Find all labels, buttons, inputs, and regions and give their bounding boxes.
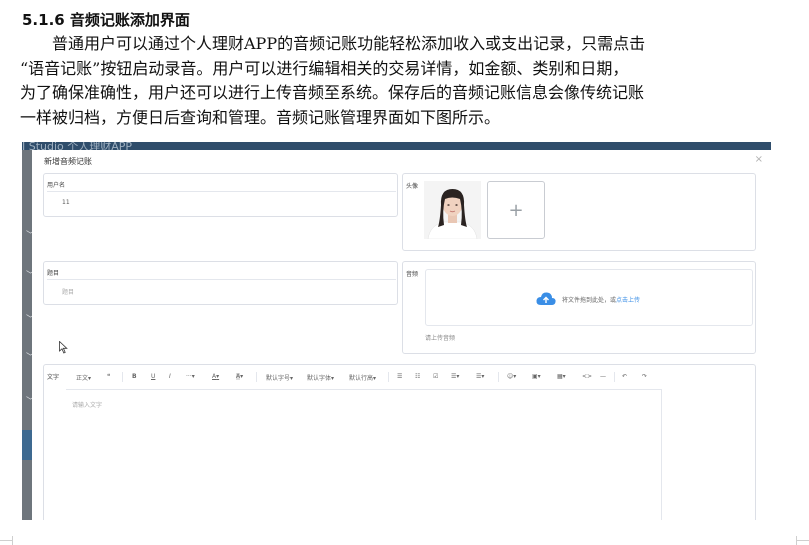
toolbar-divider xyxy=(614,372,615,382)
body-paragraph: 普通用户可以通过个人理财APP的音频记账功能轻松添加收入或支出记录，只需点击 “… xyxy=(20,32,780,130)
bg-color-icon: A xyxy=(236,373,241,380)
avatar-label: 头像 xyxy=(406,183,419,190)
audio-upload-hint: 请上传音频 xyxy=(425,335,456,342)
audio-label: 音频 xyxy=(406,271,419,278)
more-style-button[interactable]: ···▾ xyxy=(186,373,195,380)
editor-placeholder: 请输入文字 xyxy=(72,402,103,409)
text-label: 文字 xyxy=(47,374,60,381)
title-placeholder: 题目 xyxy=(62,289,75,296)
paragraph-select[interactable]: 正文▾ xyxy=(76,373,91,382)
line-height-label: 默认行高 xyxy=(349,375,374,382)
username-label: 用户名 xyxy=(47,182,66,189)
font-family-select[interactable]: 默认字体▾ xyxy=(307,373,334,382)
redo-icon[interactable]: ↷ xyxy=(642,373,647,380)
dialog-title: 新增音频记账 xyxy=(44,157,92,166)
editor-toolbar: 正文▾ ❝ B U I ···▾ A▾ A▾ 默认字号▾ 默认字体▾ 默认行高▾… xyxy=(66,365,662,390)
align-button[interactable]: ☰▾ xyxy=(451,373,459,380)
embedded-screenshot: I Studio 个人理财APP ﹀ ﹀ ﹀ ﹀ ﹀ 新增音频记账 × 用户名 … xyxy=(22,142,771,520)
font-color-icon: A xyxy=(212,373,217,380)
page-bottom-rule xyxy=(797,540,809,541)
paragraph-select-label: 正文 xyxy=(76,375,89,382)
audio-form-item: 音频 将文件拖到此处，或点击上传 请上传音频 xyxy=(402,261,756,354)
section-heading: 5.1.6 音频记账添加界面 xyxy=(22,11,190,29)
italic-button[interactable]: I xyxy=(169,373,171,380)
username-input[interactable]: 11 xyxy=(47,191,396,215)
text-form-item: 文字 正文▾ ❝ B U I ···▾ A▾ A▾ 默认字号▾ 默认字体▾ 默认… xyxy=(43,364,756,520)
divider-icon[interactable]: — xyxy=(600,373,606,380)
close-icon[interactable]: × xyxy=(755,154,763,165)
add-audio-record-dialog: 新增音频记账 × 用户名 11 头像 + 题目 题目 音频 将文件拖到此处，或点… xyxy=(32,150,771,520)
emoji-icon: ☺ xyxy=(507,373,514,380)
rich-text-editor[interactable]: 请输入文字 xyxy=(66,390,662,520)
page-corner-mark xyxy=(796,536,797,545)
dropzone-hint: 将文件拖到此处，或 xyxy=(562,297,617,304)
image-icon: ▣ xyxy=(532,373,538,380)
bold-button[interactable]: B xyxy=(132,373,137,380)
dropzone-text: 将文件拖到此处，或点击上传 xyxy=(562,295,640,304)
upload-cloud-icon xyxy=(536,292,556,305)
align-icon: ☰ xyxy=(451,373,457,380)
indent-icon: ☰ xyxy=(476,373,482,380)
username-form-item: 用户名 11 xyxy=(43,173,398,217)
image-button[interactable]: ▣▾ xyxy=(532,373,541,380)
line-height-select[interactable]: 默认行高▾ xyxy=(349,373,376,382)
audio-upload-dropzone[interactable]: 将文件拖到此处，或点击上传 xyxy=(425,269,753,326)
bullet-list-icon[interactable]: ☰ xyxy=(397,373,402,380)
app-topbar: I Studio 个人理财APP xyxy=(22,142,771,153)
font-size-label: 默认字号 xyxy=(266,375,291,382)
mouse-cursor-icon xyxy=(59,341,68,354)
page-corner-mark xyxy=(12,536,13,545)
toolbar-divider xyxy=(122,372,123,382)
click-upload-link[interactable]: 点击上传 xyxy=(616,297,640,304)
add-avatar-button[interactable]: + xyxy=(487,181,545,239)
bg-color-button[interactable]: A▾ xyxy=(236,373,243,380)
todo-icon[interactable]: ☑ xyxy=(433,373,438,380)
paragraph-line: 一样被归档，方便日后查询和管理。音频记账管理界面如下图所示。 xyxy=(20,107,501,127)
quote-icon[interactable]: ❝ xyxy=(107,373,110,380)
font-family-label: 默认字体 xyxy=(307,375,332,382)
page-bottom-rule xyxy=(0,540,12,541)
indent-button[interactable]: ☰▾ xyxy=(476,373,484,380)
toolbar-divider xyxy=(498,372,499,382)
code-icon[interactable]: <> xyxy=(582,373,592,380)
title-form-item: 题目 题目 xyxy=(43,261,398,305)
numbered-list-icon[interactable]: ☷ xyxy=(415,373,420,380)
toolbar-divider xyxy=(388,372,389,382)
paragraph-line: 为了确保准确性，用户还可以进行上传音频至系统。保存后的音频记账信息会像传统记账 xyxy=(20,83,645,102)
avatar-form-item: 头像 + xyxy=(402,173,756,251)
table-icon: ▦ xyxy=(557,373,563,380)
paragraph-line: 普通用户可以通过个人理财APP的音频记账功能轻松添加收入或支出记录，只需点击 xyxy=(20,34,646,53)
undo-icon[interactable]: ↶ xyxy=(622,373,627,380)
font-size-select[interactable]: 默认字号▾ xyxy=(266,373,293,382)
toolbar-divider xyxy=(256,372,257,382)
paragraph-line: “语音记账”按钮启动录音。用户可以进行编辑相关的交易详情，如金额、类别和日期， xyxy=(20,58,629,78)
font-color-button[interactable]: A▾ xyxy=(212,373,219,380)
title-input[interactable]: 题目 xyxy=(47,279,396,303)
table-button[interactable]: ▦▾ xyxy=(557,373,566,380)
more-style-label: ··· xyxy=(186,373,192,380)
username-value: 11 xyxy=(62,199,70,206)
emoji-button[interactable]: ☺▾ xyxy=(507,373,516,380)
title-label: 题目 xyxy=(47,270,60,277)
underline-button[interactable]: U xyxy=(151,373,155,380)
avatar-image[interactable] xyxy=(424,181,481,239)
